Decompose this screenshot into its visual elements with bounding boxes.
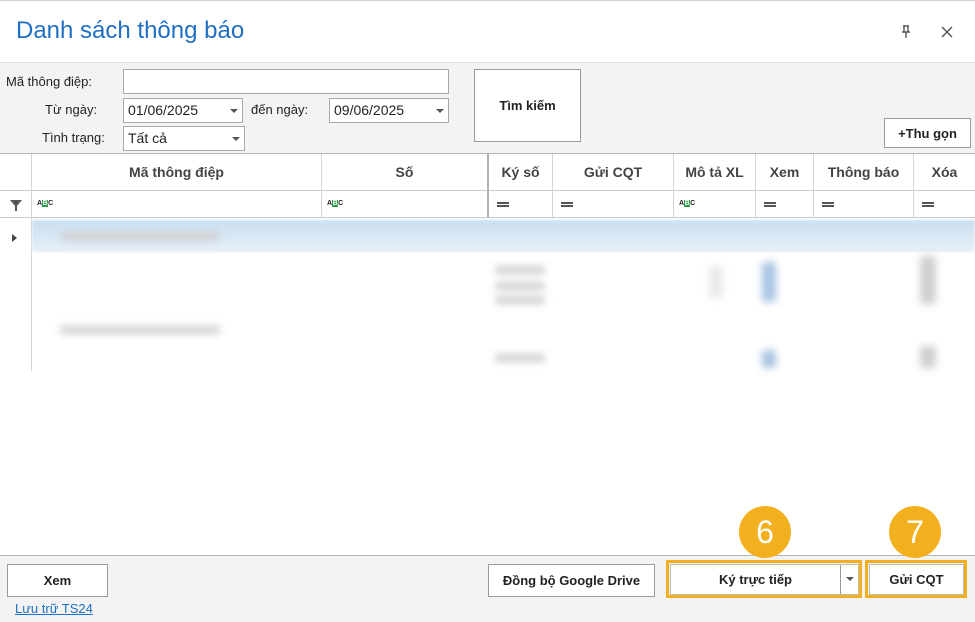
step-badge-6: 6 (739, 506, 791, 558)
column-header-notice[interactable]: Thông báo (814, 154, 914, 191)
collapse-button[interactable]: +Thu gọn (884, 118, 971, 148)
blurred-cell (920, 256, 936, 304)
send-cqt-button[interactable]: Gửi CQT (869, 564, 964, 595)
column-header-send-cqt[interactable]: Gửi CQT (553, 154, 674, 191)
blurred-cell (495, 296, 545, 304)
step-badge-7: 7 (889, 506, 941, 558)
column-header-delete[interactable]: Xóa (914, 154, 975, 191)
equals-filter-icon (497, 202, 509, 207)
storage-link[interactable]: Lưu trữ TS24 (15, 601, 93, 616)
to-date-value: 09/06/2025 (334, 102, 405, 118)
sync-google-drive-button[interactable]: Đồng bộ Google Drive (488, 564, 655, 597)
text-filter-icon: ABC (37, 200, 53, 207)
column-header-sign[interactable]: Ký số (489, 154, 553, 191)
chevron-down-icon[interactable] (436, 109, 444, 113)
equals-filter-icon (822, 202, 834, 207)
to-date-label: đến ngày: (251, 102, 309, 117)
column-header-message-code[interactable]: Mã thông điệp (32, 154, 322, 191)
text-filter-icon: ABC (679, 200, 695, 207)
blurred-cell (710, 266, 722, 298)
row-header-corner (0, 154, 32, 191)
blurred-cell (762, 350, 776, 368)
chevron-down-icon[interactable] (230, 109, 238, 113)
title-bar: Danh sách thông báo (0, 1, 975, 63)
from-date-picker[interactable]: 01/06/2025 (123, 98, 243, 123)
equals-filter-icon (922, 202, 934, 207)
notification-grid: Mã thông điệp Số Ký số Gửi CQT Mô tả XL … (0, 153, 975, 556)
blurred-cell (60, 232, 220, 240)
blurred-cell (920, 346, 936, 368)
current-row-icon (12, 234, 17, 242)
pin-icon[interactable] (897, 23, 915, 41)
notification-list-window: Danh sách thông báo Mã thông điệp: Từ ng… (0, 0, 975, 622)
equals-filter-icon (561, 202, 573, 207)
column-header-view[interactable]: Xem (756, 154, 814, 191)
blurred-cell (762, 262, 776, 302)
blurred-cell (495, 282, 545, 290)
equals-filter-icon (764, 202, 776, 207)
blurred-cell (60, 326, 220, 334)
filter-cell-view[interactable] (756, 191, 814, 218)
status-select[interactable]: Tất cả (123, 126, 245, 151)
message-code-input[interactable] (123, 69, 449, 94)
window-title: Danh sách thông báo (16, 17, 245, 44)
filter-cell-description[interactable]: ABC (674, 191, 756, 218)
sign-direct-button[interactable]: Ký trực tiếp (670, 564, 859, 595)
filter-cell-delete[interactable] (914, 191, 975, 218)
to-date-picker[interactable]: 09/06/2025 (329, 98, 449, 123)
close-icon[interactable] (938, 23, 956, 41)
column-header-description[interactable]: Mô tả XL (674, 154, 756, 191)
search-button[interactable]: Tìm kiếm (474, 69, 581, 142)
row-indicator-column (0, 191, 32, 371)
filter-cell-message-code[interactable]: ABC (32, 191, 322, 218)
status-label: Tình trạng: (42, 130, 105, 145)
column-header-number[interactable]: Số (322, 154, 489, 191)
filter-cell-sign[interactable] (489, 191, 553, 218)
from-date-value: 01/06/2025 (128, 102, 199, 118)
message-code-label: Mã thông điệp: (6, 74, 93, 89)
filter-cell-send-cqt[interactable] (553, 191, 674, 218)
text-filter-icon: ABC (327, 200, 343, 207)
filter-cell-notice[interactable] (814, 191, 914, 218)
chevron-down-icon[interactable] (840, 565, 858, 594)
blurred-cell (495, 354, 545, 362)
sign-direct-label: Ký trực tiếp (719, 572, 792, 587)
status-value: Tất cả (128, 130, 167, 146)
filter-cell-number[interactable]: ABC (322, 191, 489, 218)
chevron-down-icon[interactable] (232, 137, 240, 141)
from-date-label: Từ ngày: (45, 102, 98, 117)
view-button[interactable]: Xem (7, 564, 108, 597)
blurred-cell (495, 266, 545, 274)
